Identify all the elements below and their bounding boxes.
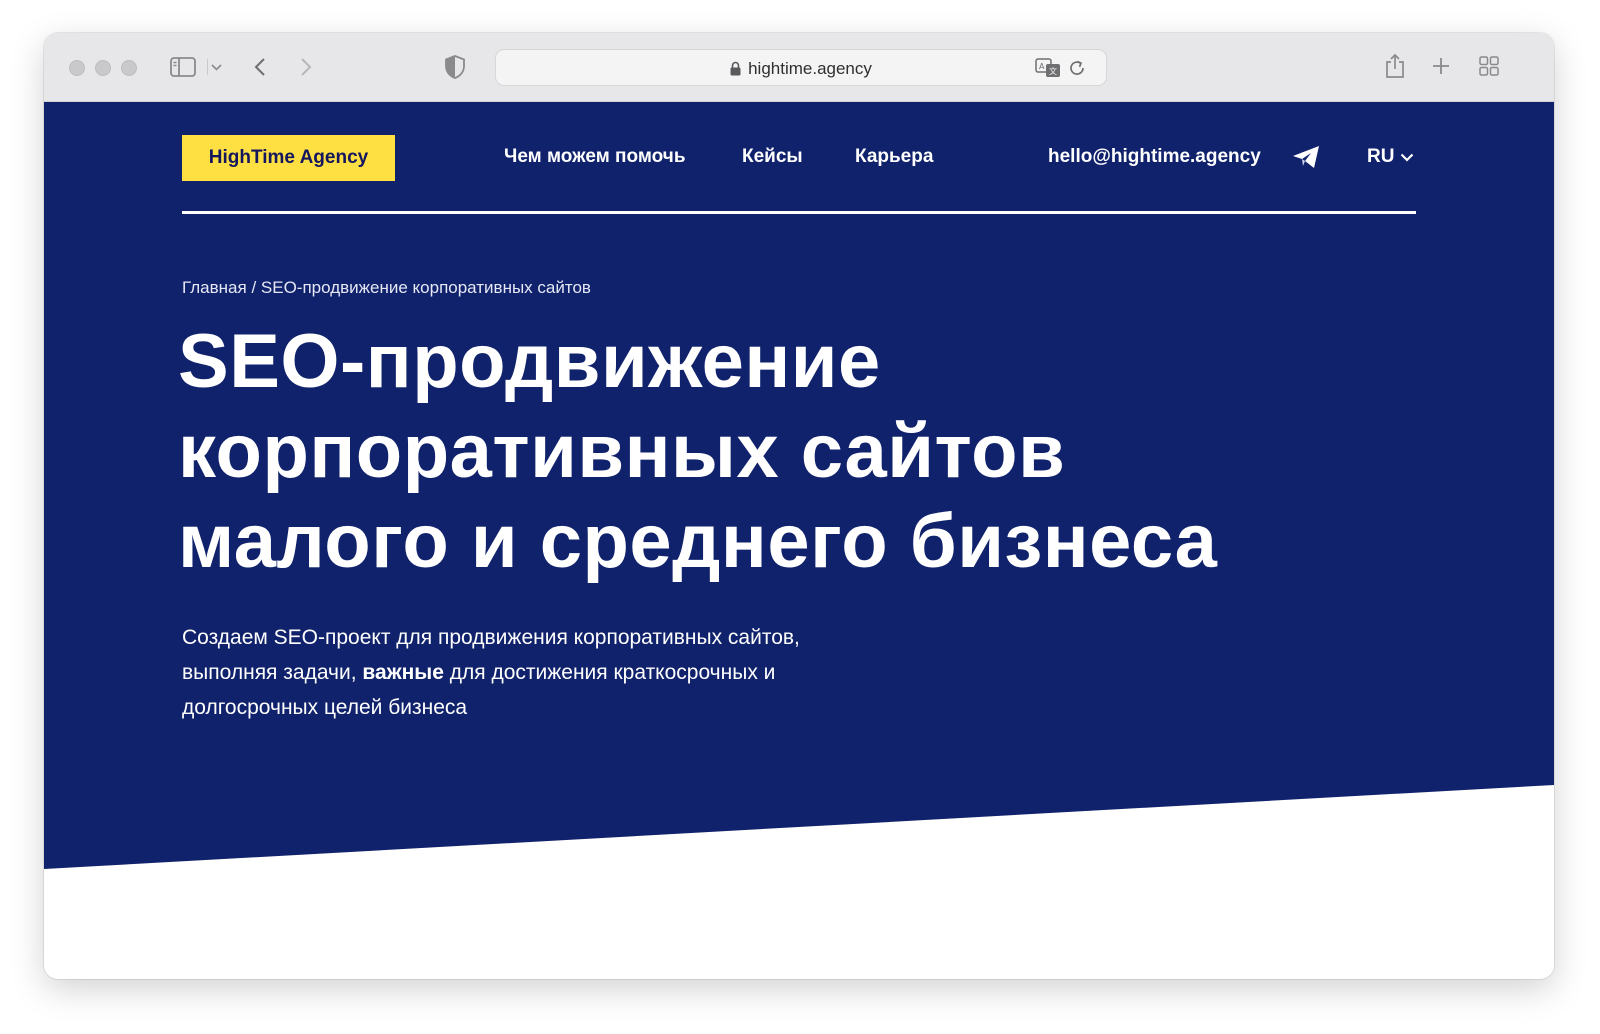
page-title: SEO-продвижение корпоративных сайтов мал…	[178, 317, 1378, 587]
telegram-icon[interactable]	[1291, 144, 1321, 170]
chevron-down-icon	[1400, 146, 1414, 168]
back-icon[interactable]	[249, 55, 271, 79]
lead-text-bold: важные	[362, 661, 444, 684]
share-icon[interactable]	[1383, 52, 1407, 80]
language-label: RU	[1367, 146, 1395, 167]
sidebar-icon[interactable]	[169, 55, 197, 79]
web-page: HighTime Agency Чем можем помочь Кейсы К…	[44, 102, 1554, 979]
shield-icon[interactable]	[444, 54, 466, 80]
page-title-line-1: SEO-продвижение	[178, 319, 881, 404]
page-title-line-3: малого и среднего бизнеса	[178, 499, 1218, 584]
tab-overview-icon[interactable]	[1478, 55, 1500, 77]
header-divider	[182, 211, 1416, 214]
address-bar[interactable]: hightime.agency A文	[495, 49, 1107, 86]
breadcrumb-home-link[interactable]: Главная	[182, 278, 247, 297]
close-window-button[interactable]	[69, 60, 85, 76]
translate-icon[interactable]: A文	[1035, 58, 1061, 78]
reload-icon[interactable]	[1067, 58, 1087, 78]
nav-link-services[interactable]: Чем можем помочь	[504, 146, 686, 168]
page-title-line-2: корпоративных сайтов	[178, 409, 1066, 494]
breadcrumb-current: SEO-продвижение корпоративных сайтов	[260, 278, 591, 297]
browser-toolbar: hightime.agency A文	[44, 33, 1554, 102]
nav-link-career[interactable]: Карьера	[855, 146, 933, 168]
lock-icon	[730, 61, 741, 81]
svg-text:文: 文	[1049, 66, 1057, 76]
language-selector[interactable]: RU	[1367, 146, 1414, 168]
nav-link-cases[interactable]: Кейсы	[742, 146, 803, 168]
breadcrumb: Главная / SEO-продвижение корпоративных …	[182, 278, 591, 298]
logo-button[interactable]: HighTime Agency	[182, 135, 395, 181]
chevron-down-icon[interactable]	[207, 59, 225, 75]
email-link[interactable]: hello@hightime.agency	[1048, 146, 1261, 168]
svg-text:A: A	[1039, 62, 1045, 71]
browser-window: hightime.agency A文 HighTime Agency Чем м…	[44, 33, 1554, 979]
forward-icon[interactable]	[295, 55, 317, 79]
url-text: hightime.agency	[748, 59, 872, 78]
zoom-window-button[interactable]	[121, 60, 137, 76]
minimize-window-button[interactable]	[95, 60, 111, 76]
new-tab-icon[interactable]	[1430, 55, 1452, 77]
hero-lead-text: Создаем SEO-проект для продвижения корпо…	[182, 620, 862, 725]
breadcrumb-separator: /	[246, 278, 261, 297]
